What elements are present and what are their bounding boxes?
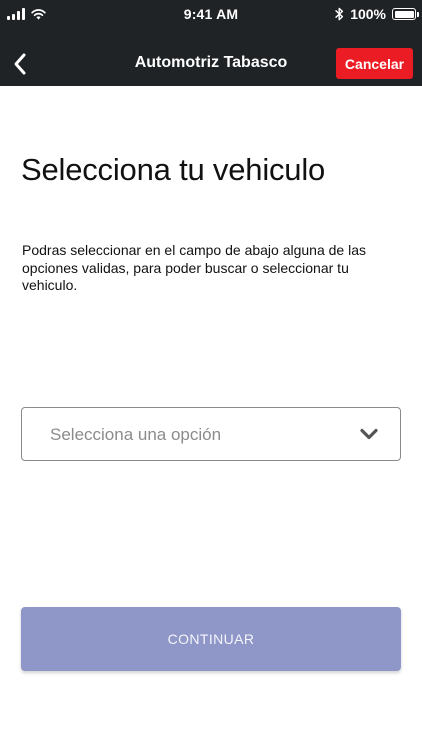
page-title: Selecciona tu vehiculo [21,152,326,187]
wifi-icon [31,9,46,20]
bluetooth-icon [335,7,344,21]
chevron-left-icon [14,53,26,75]
back-button[interactable] [6,44,34,84]
chevron-down-icon [360,428,378,440]
status-bar: 9:41 AM 100% [0,0,422,30]
status-left [7,8,46,20]
cellular-signal-icon [7,8,25,20]
app-header: 9:41 AM 100% Automotriz Tabasco Cancelar [0,0,422,86]
page-description: Podras seleccionar en el campo de abajo … [22,242,367,293]
cancel-button[interactable]: Cancelar [336,48,413,79]
status-right: 100% [335,6,419,22]
battery-percentage: 100% [350,6,386,22]
battery-level [394,10,414,18]
nav-bar: Automotriz Tabasco Cancelar [0,40,422,86]
battery-icon [392,8,419,20]
select-placeholder: Selecciona una opción [50,425,222,444]
vehicle-select[interactable]: Selecciona una opción [21,407,401,461]
continue-button[interactable]: CONTINUAR [21,607,401,671]
screen: 9:41 AM 100% Automotriz Tabasco Cancelar… [0,0,422,750]
